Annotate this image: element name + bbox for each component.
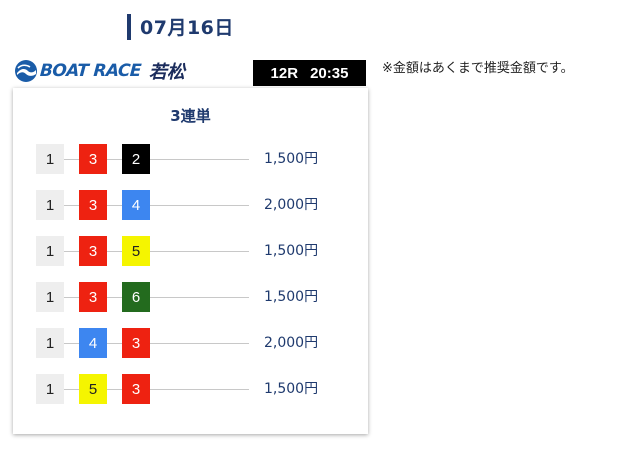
bet-row: 1 5 3 1,500円 [13, 374, 368, 404]
second-place-boat: 3 [79, 144, 107, 174]
bet-card: 3連単 1 3 2 1,500円 1 3 4 2,000円 1 3 5 1,50… [13, 88, 368, 434]
second-place-boat: 3 [79, 282, 107, 312]
bet-type-title: 3連単 [170, 107, 211, 125]
first-place-boat: 1 [36, 374, 64, 404]
second-place-boat: 3 [79, 236, 107, 266]
recommendation-note: ※金額はあくまで推奨金額です。 [382, 61, 574, 76]
second-place-boat: 4 [79, 328, 107, 358]
bet-amount: 2,000円 [264, 197, 319, 213]
bet-row: 1 3 5 1,500円 [13, 236, 368, 266]
bet-row: 1 4 3 2,000円 [13, 328, 368, 358]
race-info-box: 12R 20:35 [253, 60, 366, 86]
third-place-boat: 3 [122, 328, 150, 358]
third-place-boat: 3 [122, 374, 150, 404]
bet-amount: 1,500円 [264, 289, 319, 305]
bet-amount: 1,500円 [264, 151, 319, 167]
boat-race-logo: BOAT RACE 若松 [14, 58, 185, 84]
race-number: 12R [270, 64, 299, 82]
first-place-boat: 1 [36, 236, 64, 266]
bet-amount: 1,500円 [264, 381, 319, 397]
third-place-boat: 6 [122, 282, 150, 312]
third-place-boat: 4 [122, 190, 150, 220]
date-accent-bar [127, 14, 131, 40]
bet-row: 1 3 4 2,000円 [13, 190, 368, 220]
bet-amount: 2,000円 [264, 335, 319, 351]
first-place-boat: 1 [36, 282, 64, 312]
bet-row: 1 3 6 1,500円 [13, 282, 368, 312]
venue-name: 若松 [148, 62, 185, 83]
first-place-boat: 1 [36, 190, 64, 220]
third-place-boat: 2 [122, 144, 150, 174]
boat-race-wave-icon [15, 60, 37, 82]
first-place-boat: 1 [36, 144, 64, 174]
bet-amount: 1,500円 [264, 243, 319, 259]
second-place-boat: 3 [79, 190, 107, 220]
bet-row: 1 3 2 1,500円 [13, 144, 368, 174]
race-time: 20:35 [310, 64, 349, 82]
logo-text: BOAT RACE [39, 61, 142, 81]
second-place-boat: 5 [79, 374, 107, 404]
first-place-boat: 1 [36, 328, 64, 358]
race-date: 07月16日 [140, 17, 234, 39]
third-place-boat: 5 [122, 236, 150, 266]
